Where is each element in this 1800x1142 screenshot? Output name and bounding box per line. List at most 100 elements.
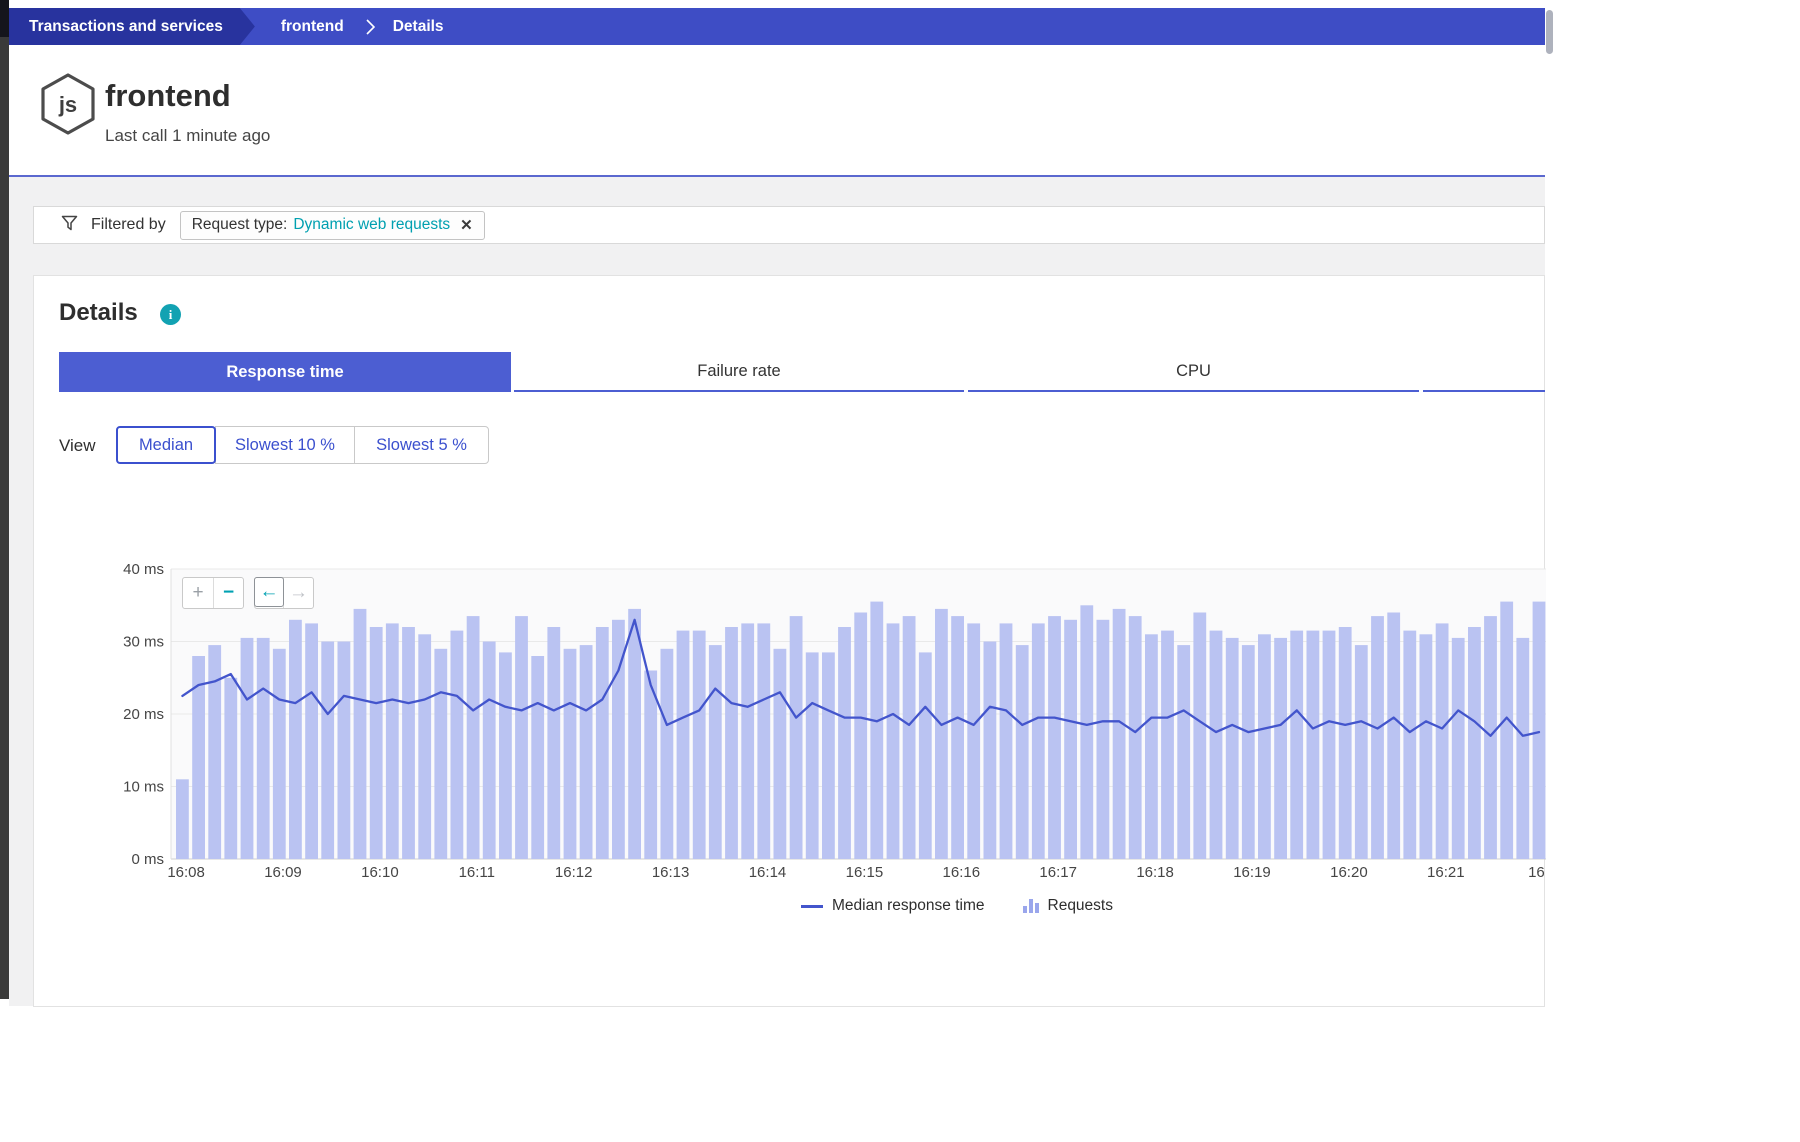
x-axis-label: 16:09 [264,864,302,881]
filter-chip-request-type[interactable]: Request type: Dynamic web requests ✕ [180,211,485,240]
scrollbar-thumb[interactable] [1546,10,1553,54]
chart-legend: Median response time Requests [801,897,1113,915]
legend-label: Median response time [832,897,985,915]
x-axis-label: 16:17 [1039,864,1077,881]
close-icon[interactable]: ✕ [460,216,473,234]
bar [628,609,641,859]
bar [774,649,787,859]
x-axis-label: 16:16 [943,864,981,881]
bar [1533,602,1546,859]
bar [1500,602,1513,859]
bar [1339,627,1352,859]
bar [661,649,674,859]
bar [1452,638,1465,859]
bar [564,649,577,859]
bar [1355,645,1368,859]
bar [224,678,237,859]
bar [1516,638,1529,859]
svg-text:js: js [58,92,77,117]
bar [757,623,770,859]
breadcrumb-label: Details [393,18,444,35]
bar [1484,616,1497,859]
page-title: frontend [105,78,231,114]
nodejs-hexagon-icon: js [38,72,98,141]
bar [596,627,609,859]
bar [1258,634,1271,859]
tab-cpu[interactable]: CPU [968,352,1419,392]
bar [806,652,819,859]
bar [1323,631,1336,859]
bar [1064,620,1077,859]
bar [693,631,706,859]
chart-zoom-controls: + − ← → [182,577,314,609]
bar [386,623,399,859]
view-option-slowest-5[interactable]: Slowest 5 % [354,426,489,464]
breadcrumb-item-transactions[interactable]: Transactions and services [9,8,255,45]
bar [1436,623,1449,859]
bar [1307,631,1320,859]
bar [741,623,754,859]
bar [305,623,318,859]
x-axis-label: 16:08 [167,864,205,881]
bar [434,649,447,859]
details-card: Details i Response time Failure rate CPU… [33,275,1545,1007]
y-axis-label: 0 ms [131,851,164,868]
bar [1274,638,1287,859]
bar [967,623,980,859]
zoom-in-button[interactable]: + [183,578,213,608]
bar [321,642,334,860]
pan-back-button[interactable]: ← [254,577,284,607]
bar [1080,605,1093,859]
bar [1290,631,1303,859]
bar [241,638,254,859]
view-label: View [59,436,96,456]
bar [1129,616,1142,859]
bar [1048,616,1061,859]
zoom-out-button[interactable]: − [213,578,243,608]
legend-median-response-time: Median response time [801,897,985,915]
x-axis-label: 16:15 [846,864,884,881]
chart-plot-area[interactable]: 0 ms10 ms20 ms30 ms40 ms16:0816:0916:101… [121,557,1546,891]
bar [467,616,480,859]
x-axis-label: 16:2 [1528,864,1546,881]
tab-failure-rate[interactable]: Failure rate [514,352,964,392]
filter-funnel-icon [61,215,78,236]
breadcrumb-item-frontend[interactable]: frontend [281,18,344,36]
breadcrumb-item-details[interactable]: Details [393,18,444,36]
bar [289,620,302,859]
bar [1032,623,1045,859]
view-option-median[interactable]: Median [116,426,216,464]
bar [1420,634,1433,859]
bar [354,609,367,859]
y-axis-label: 10 ms [123,779,164,796]
info-icon[interactable]: i [160,304,181,325]
left-edge-strip [0,0,9,999]
pan-forward-button[interactable]: → [283,578,313,608]
x-axis-label: 16:13 [652,864,690,881]
breadcrumb-label: frontend [281,18,344,35]
bar [1161,631,1174,859]
bar [709,645,722,859]
bar [370,627,383,859]
tab-response-time[interactable]: Response time [59,352,511,392]
bar [192,656,205,859]
left-edge-strip-top [0,0,9,37]
y-axis-label: 30 ms [123,634,164,651]
bar [725,627,738,859]
bar [1016,645,1029,859]
breadcrumb: Transactions and services frontend Detai… [9,8,1545,45]
x-axis-label: 16:14 [749,864,787,881]
bar [1193,613,1206,860]
bar [903,616,916,859]
bar [1242,645,1255,859]
x-axis-label: 16:12 [555,864,593,881]
legend-requests: Requests [1023,897,1113,915]
x-axis-label: 16:11 [459,864,495,881]
filter-chip-value: Dynamic web requests [293,216,450,234]
bar [887,623,900,859]
bar [1113,609,1126,859]
y-axis-label: 40 ms [123,561,164,578]
bar-chart-icon [1023,899,1039,913]
view-option-slowest-10[interactable]: Slowest 10 % [215,426,355,464]
tab-partial[interactable] [1423,352,1545,392]
